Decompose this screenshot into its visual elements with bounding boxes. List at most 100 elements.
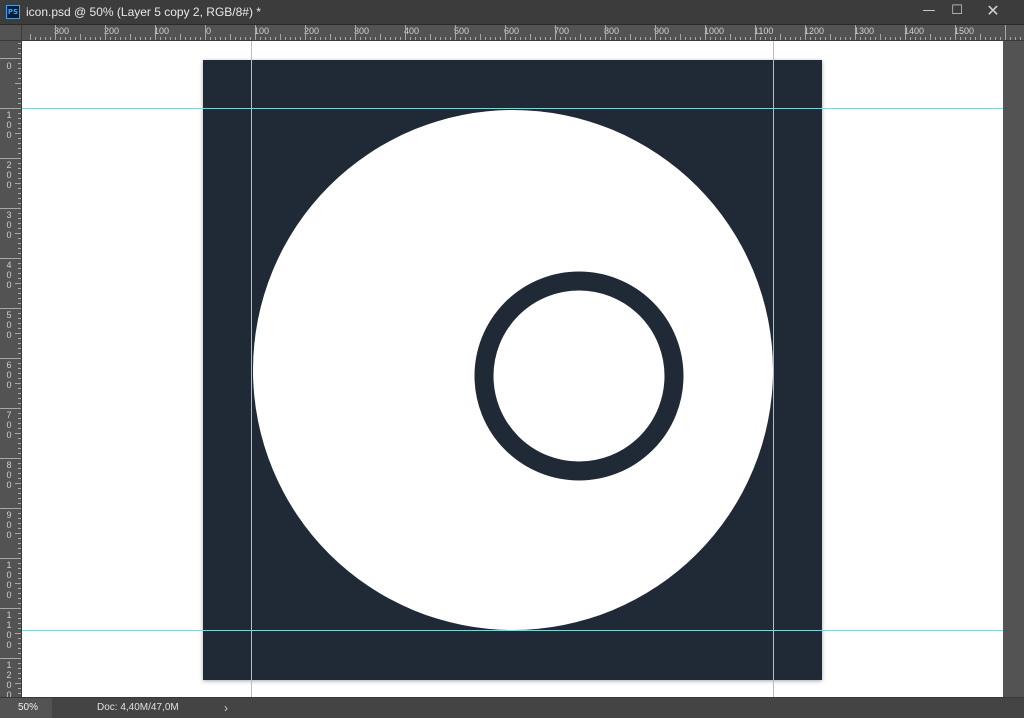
ruler-tick xyxy=(18,253,21,254)
ruler-tick xyxy=(930,34,931,40)
ruler-tick xyxy=(18,638,21,639)
ruler-tick xyxy=(18,643,21,644)
ruler-tick xyxy=(18,313,21,314)
horizontal-guide[interactable] xyxy=(22,108,1003,109)
ruler-tick-label: 1400 xyxy=(904,26,925,36)
ruler-tick xyxy=(365,37,366,40)
ruler-tick xyxy=(785,37,786,40)
ruler-tick xyxy=(18,693,21,694)
ruler-tick xyxy=(390,37,391,40)
ruler-tick xyxy=(1010,37,1011,40)
ruler-tick-label: 1200 xyxy=(6,660,12,697)
ruler-tick xyxy=(0,658,21,659)
ruler-tick xyxy=(985,37,986,40)
ruler-tick-label: 400 xyxy=(404,26,420,36)
ruler-tick xyxy=(18,688,21,689)
horizontal-guide[interactable] xyxy=(22,630,1003,631)
ruler-tick xyxy=(18,68,21,69)
ruler-tick xyxy=(860,37,861,40)
ruler-tick xyxy=(0,358,21,359)
ruler-tick xyxy=(955,25,956,40)
ruler-tick xyxy=(485,37,486,40)
ruler-tick xyxy=(155,25,156,40)
icon-artboard[interactable] xyxy=(203,60,822,680)
ruler-tick xyxy=(18,538,21,539)
ruler-tick xyxy=(105,25,106,40)
ruler-tick xyxy=(470,37,471,40)
zoom-level-field[interactable]: 50% xyxy=(0,698,52,718)
ruler-tick xyxy=(730,34,731,40)
maximize-button[interactable]: ☐ xyxy=(942,0,972,22)
ruler-tick xyxy=(15,233,21,234)
ruler-tick xyxy=(18,678,21,679)
ruler-tick xyxy=(240,37,241,40)
status-bar: 50% Doc: 4,40M/47,0M › xyxy=(0,697,1024,718)
ruler-tick xyxy=(635,37,636,40)
ruler-tick xyxy=(18,143,21,144)
vertical-ruler[interactable]: 0 100 200 300 400 500 600 700 800 900 10… xyxy=(0,41,22,697)
ruler-tick xyxy=(18,298,21,299)
ruler-tick xyxy=(970,37,971,40)
ruler-tick xyxy=(18,243,21,244)
ruler-tick xyxy=(980,34,981,40)
ruler-tick xyxy=(15,683,21,684)
title-bar[interactable]: PS icon.psd @ 50% (Layer 5 copy 2, RGB/8… xyxy=(0,0,1024,25)
ruler-tick xyxy=(18,443,21,444)
ruler-tick xyxy=(780,34,781,40)
horizontal-ruler[interactable]: 300 200 100 0 100 200 300 400 500 600 70… xyxy=(22,25,1024,41)
ruler-tick xyxy=(990,37,991,40)
ruler-tick xyxy=(18,203,21,204)
ruler-tick xyxy=(18,53,21,54)
ruler-tick xyxy=(18,213,21,214)
ruler-tick xyxy=(18,648,21,649)
ruler-tick xyxy=(18,518,21,519)
status-menu-arrow-icon[interactable]: › xyxy=(224,698,228,718)
ruler-tick-label: 600 xyxy=(6,360,12,390)
ruler-tick xyxy=(180,34,181,40)
ruler-tick xyxy=(1020,37,1021,40)
ruler-tick xyxy=(18,503,21,504)
ruler-tick xyxy=(95,37,96,40)
ruler-tick xyxy=(18,553,21,554)
ruler-tick xyxy=(405,25,406,40)
ruler-tick-label: 500 xyxy=(6,310,12,340)
ruler-tick-label: 200 xyxy=(304,26,320,36)
document-canvas[interactable] xyxy=(22,41,1003,697)
ruler-origin-corner[interactable] xyxy=(0,25,22,41)
ruler-tick xyxy=(385,37,386,40)
ruler-tick xyxy=(940,37,941,40)
ruler-tick xyxy=(135,37,136,40)
ruler-tick xyxy=(0,608,21,609)
ruler-tick xyxy=(355,25,356,40)
ruler-tick xyxy=(18,278,21,279)
ruler-tick xyxy=(18,523,21,524)
ruler-tick xyxy=(18,303,21,304)
ruler-tick xyxy=(18,103,21,104)
ruler-tick xyxy=(18,653,21,654)
close-button[interactable]: ✕ xyxy=(978,0,1008,22)
vertical-guide[interactable] xyxy=(251,41,252,697)
ruler-tick xyxy=(35,37,36,40)
minimize-button[interactable]: — xyxy=(914,0,944,22)
ruler-tick xyxy=(440,37,441,40)
ruler-tick xyxy=(115,37,116,40)
ruler-tick xyxy=(18,268,21,269)
ruler-tick xyxy=(455,25,456,40)
vertical-guide[interactable] xyxy=(773,41,774,697)
ruler-tick xyxy=(18,338,21,339)
ruler-tick xyxy=(900,37,901,40)
ruler-tick xyxy=(605,25,606,40)
ruler-tick xyxy=(525,37,526,40)
ruler-tick xyxy=(670,37,671,40)
ruler-tick xyxy=(18,153,21,154)
ruler-tick xyxy=(650,37,651,40)
ruler-tick xyxy=(18,418,21,419)
ruler-tick xyxy=(0,508,21,509)
ruler-tick xyxy=(445,37,446,40)
ruler-tick xyxy=(195,37,196,40)
ruler-tick xyxy=(18,543,21,544)
ruler-tick xyxy=(18,548,21,549)
ruler-tick xyxy=(18,563,21,564)
ruler-tick xyxy=(630,34,631,40)
ruler-tick xyxy=(18,588,21,589)
